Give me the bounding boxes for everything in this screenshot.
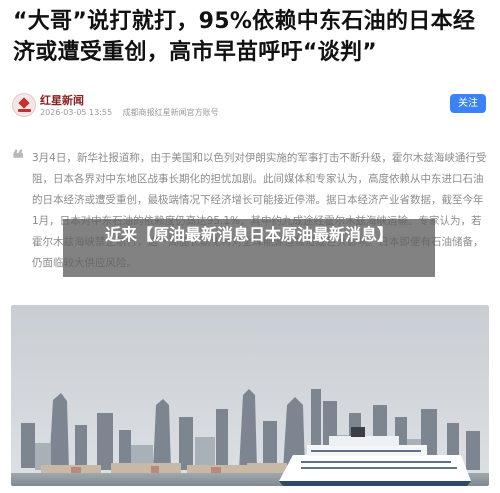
article-headline: “大哥”说打就打，95%依赖中东石油的日本经济或遭受重创，高市早苗呼吁“谈判” [13, 9, 476, 65]
city-skyline-with-cruise-ship-image [11, 305, 489, 486]
publish-time: 2026-03-05 13:55 [40, 108, 113, 117]
quote-icon: ❝ [12, 146, 24, 172]
source-description: 成都商报红星新闻官方账号 [122, 108, 219, 117]
source-logo-icon[interactable] [12, 93, 36, 117]
source-row: 红星新闻 2026-03-05 13:55 成都商报红星新闻官方账号 关注 [12, 90, 490, 122]
overlay-banner: 近来【原油最新消息日本原油最新消息】 [63, 219, 435, 277]
follow-button[interactable]: 关注 [450, 94, 486, 113]
source-name[interactable]: 红星新闻 [40, 92, 84, 108]
source-meta: 2026-03-05 13:55 成都商报红星新闻官方账号 [40, 107, 227, 118]
